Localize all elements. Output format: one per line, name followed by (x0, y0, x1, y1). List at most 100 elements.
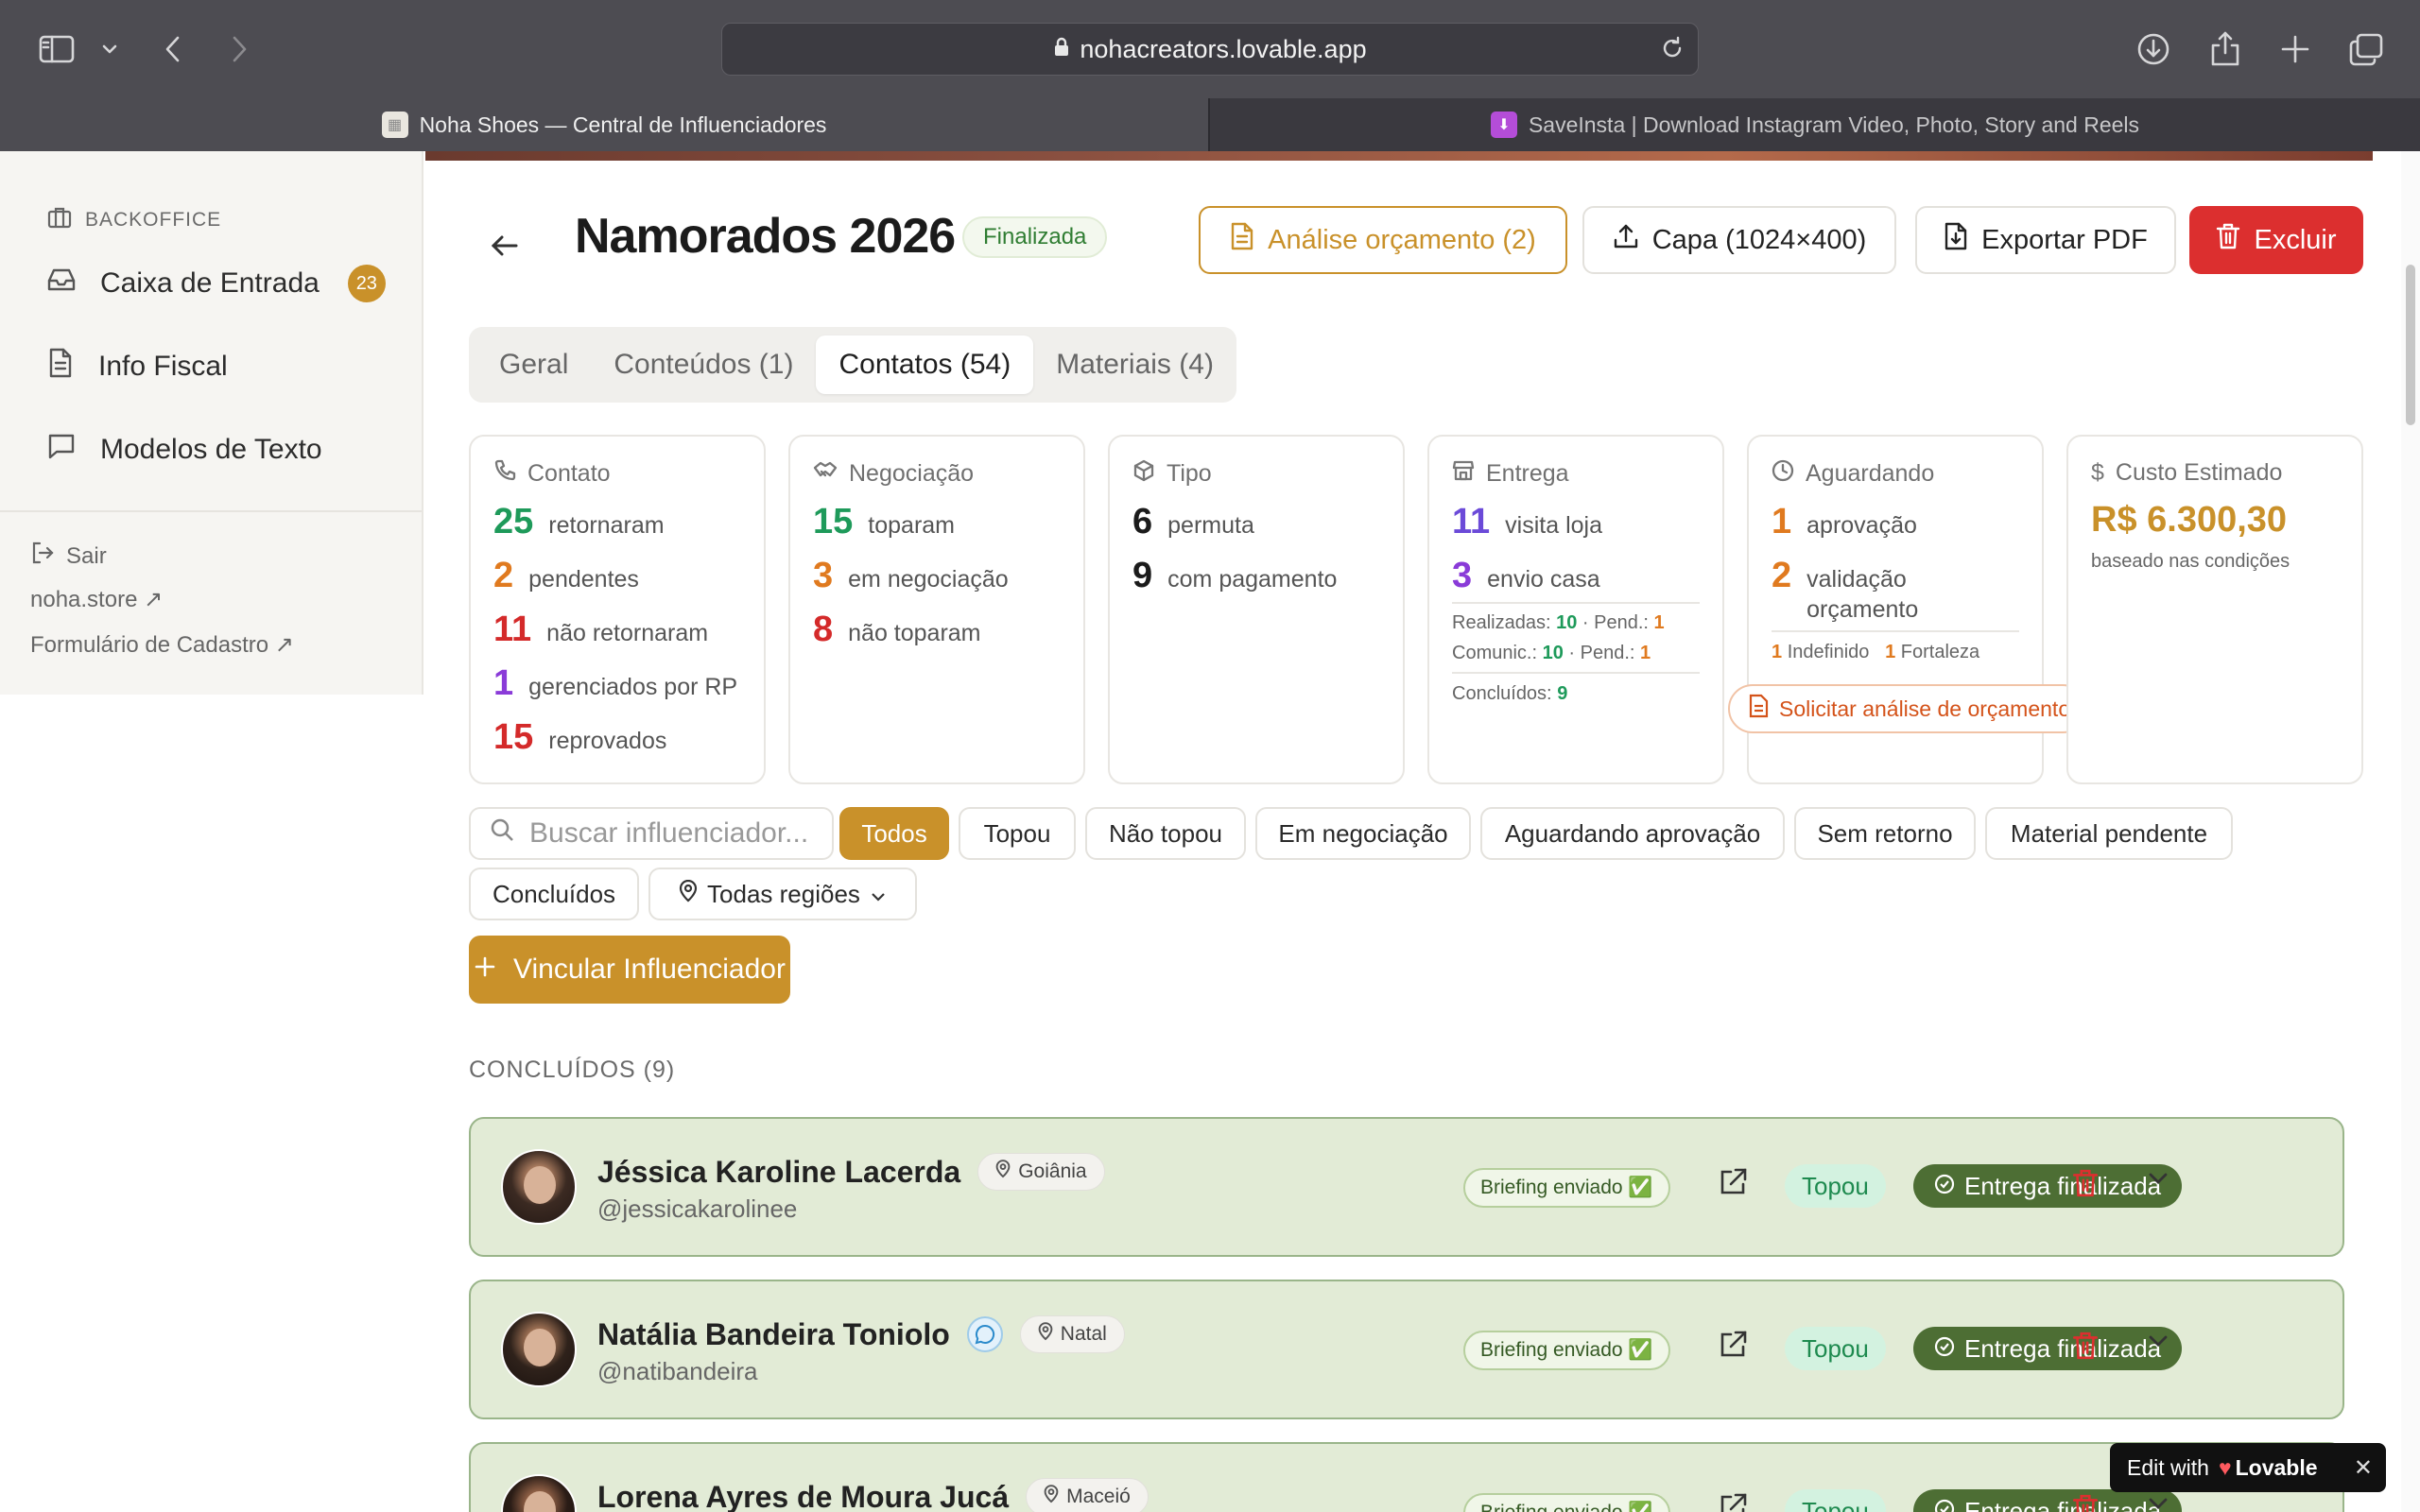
close-icon[interactable]: ✕ (2354, 1454, 2373, 1482)
search-input[interactable]: Buscar influenciador... (469, 807, 834, 860)
briefcase-icon (47, 206, 72, 234)
stat-value: 3 (1452, 556, 1473, 595)
trash-icon[interactable] (2072, 1168, 2099, 1203)
browser-tab-active[interactable]: ▦ Noha Shoes — Central de Influenciadore… (0, 98, 1208, 151)
export-pdf-button[interactable]: Exportar PDF (1915, 206, 2176, 274)
budget-analysis-button[interactable]: Análise orçamento (2) (1199, 206, 1567, 274)
external-link-icon[interactable] (1717, 1329, 1749, 1366)
document-icon (1230, 222, 1254, 258)
share-icon[interactable] (2206, 28, 2244, 70)
main-content: Namorados 2026 Finalizada Análise orçame… (425, 151, 2420, 1512)
filter-concluidos[interactable]: Concluídos (469, 868, 639, 920)
plus-icon (474, 954, 496, 986)
stat-label: não retornaram (546, 620, 709, 646)
filter-aguardando-aprovacao[interactable]: Aguardando aprovação (1480, 807, 1785, 860)
scrollbar[interactable] (2401, 151, 2420, 1512)
trash-icon[interactable] (2072, 1331, 2099, 1366)
new-tab-icon[interactable] (2276, 28, 2314, 70)
sidebar-divider (0, 510, 422, 512)
negotiation-status-badge[interactable]: Topou (1785, 1489, 1886, 1512)
tab-overview-icon[interactable] (2346, 28, 2386, 70)
chevron-down-icon[interactable] (98, 28, 121, 70)
tab-geral[interactable]: Geral (476, 335, 591, 394)
tab-conteudos[interactable]: Conteúdos (1) (591, 335, 816, 394)
negotiation-status-badge[interactable]: Topou (1785, 1164, 1886, 1208)
inbox-count-badge: 23 (347, 265, 386, 302)
download-icon[interactable] (2135, 28, 2172, 70)
delivery-communicated-line: Comunic.: 10 · Pend.: 1 (1452, 643, 1651, 663)
waiting-stats-card: Aguardando 1 aprovação 2 validação orçamen… (1728, 435, 2088, 784)
map-pin-icon (995, 1160, 1011, 1184)
sidebar-item-info-fiscal[interactable]: Info Fiscal (47, 338, 228, 395)
cover-upload-button[interactable]: Capa (1024×400) (1582, 206, 1896, 274)
location-badge: Goiânia (977, 1153, 1105, 1191)
browser-tabs: ▦ Noha Shoes — Central de Influenciadore… (0, 98, 2420, 151)
delivery-status-badge[interactable]: Entrega finalizada (1913, 1489, 2183, 1512)
influencer-row[interactable]: Lorena Ayres de Moura Jucá Maceió Briefi… (469, 1442, 2344, 1512)
inbox-icon (47, 266, 76, 301)
filter-sem-retorno[interactable]: Sem retorno (1794, 807, 1976, 860)
reload-icon[interactable] (1660, 36, 1685, 67)
delivery-completed-line: Concluídos: 9 (1452, 683, 1568, 704)
estimated-cost-value: R$ 6.300,30 (2091, 500, 2288, 540)
scrollbar-thumb[interactable] (2406, 265, 2415, 425)
type-stats-card: Tipo 6 permuta 9 com pagamento (1108, 435, 1405, 784)
chevron-down-icon[interactable] (2146, 1495, 2170, 1512)
filter-nao-topou[interactable]: Não topou (1085, 807, 1246, 860)
stat-label: toparam (868, 512, 955, 539)
noha-favicon-icon: ▦ (381, 112, 408, 138)
whatsapp-icon[interactable] (966, 1316, 1003, 1352)
external-link-icon[interactable] (1717, 1166, 1749, 1203)
check-circle-icon (1934, 1172, 1955, 1201)
url-text: nohacreators.lovable.app (1080, 34, 1367, 63)
document-icon (47, 348, 74, 386)
influencer-row[interactable]: Jéssica Karoline Lacerda Goiânia @jessic… (469, 1117, 2344, 1257)
influencer-row[interactable]: Natália Bandeira Toniolo Natal @natiband… (469, 1280, 2344, 1419)
address-bar[interactable]: nohacreators.lovable.app (721, 23, 1699, 76)
divider (1772, 630, 2019, 632)
chevron-down-icon[interactable] (2146, 1170, 2170, 1192)
stat-label: validação orçamento (1806, 566, 1919, 623)
sidebar-item-label: Caixa de Entrada (100, 267, 320, 299)
document-icon (1749, 694, 1770, 724)
noha-store-link[interactable]: noha.store ↗ (30, 586, 163, 613)
sidebar-toggle-icon[interactable] (36, 28, 78, 70)
back-arrow-icon[interactable] (490, 227, 520, 266)
browser-tab-inactive[interactable]: ⬇ SaveInsta | Download Instagram Video, … (1208, 98, 2420, 151)
delivery-realized-line: Realizadas: 10 · Pend.: 1 (1452, 612, 1665, 633)
location-badge: Natal (1019, 1315, 1125, 1353)
back-nav-icon[interactable] (159, 28, 187, 70)
filter-material-pendente[interactable]: Material pendente (1985, 807, 2233, 860)
delivery-status-badge[interactable]: Entrega finalizada (1913, 1327, 2183, 1370)
influencer-handle: @jessicakarolinee (597, 1194, 798, 1223)
briefing-status-badge: Briefing enviado ✅ (1463, 1168, 1670, 1208)
divider (1452, 602, 1700, 604)
delete-button[interactable]: Excluir (2189, 206, 2363, 274)
forward-nav-icon[interactable] (225, 28, 253, 70)
filter-topou[interactable]: Topou (959, 807, 1076, 860)
chevron-down-icon[interactable] (2146, 1332, 2170, 1354)
delivery-status-badge[interactable]: Entrega finalizada (1913, 1164, 2183, 1208)
stat-value: 1 (1772, 502, 1792, 541)
influencer-name: Natália Bandeira Toniolo Natal (597, 1315, 1125, 1353)
logout-link[interactable]: Sair (30, 541, 107, 572)
tab-materiais[interactable]: Materiais (4) (1033, 335, 1236, 394)
logout-icon (30, 541, 55, 572)
store-icon (1452, 459, 1475, 489)
cadastro-form-link[interactable]: Formulário de Cadastro ↗ (30, 631, 294, 659)
search-icon (490, 817, 514, 850)
trash-icon[interactable] (2072, 1493, 2099, 1512)
tab-contatos[interactable]: Contatos (54) (816, 335, 1034, 394)
negotiation-status-badge[interactable]: Topou (1785, 1327, 1886, 1370)
package-icon (1132, 459, 1155, 489)
lock-icon (1053, 35, 1070, 64)
filter-em-negociacao[interactable]: Em negociação (1255, 807, 1471, 860)
sidebar-item-modelos[interactable]: Modelos de Texto (47, 421, 322, 478)
region-select[interactable]: Todas regiões (648, 868, 917, 920)
filter-todos[interactable]: Todos (839, 807, 949, 860)
request-budget-analysis-button[interactable]: Solicitar análise de orçamento (1728, 684, 2088, 733)
external-link-icon[interactable] (1717, 1491, 1749, 1512)
sidebar-item-inbox[interactable]: Caixa de Entrada 23 (47, 255, 386, 312)
edit-with-lovable-badge[interactable]: Edit with ♥ Lovable ✕ (2110, 1443, 2386, 1492)
link-influencer-button[interactable]: Vincular Influenciador (469, 936, 790, 1004)
